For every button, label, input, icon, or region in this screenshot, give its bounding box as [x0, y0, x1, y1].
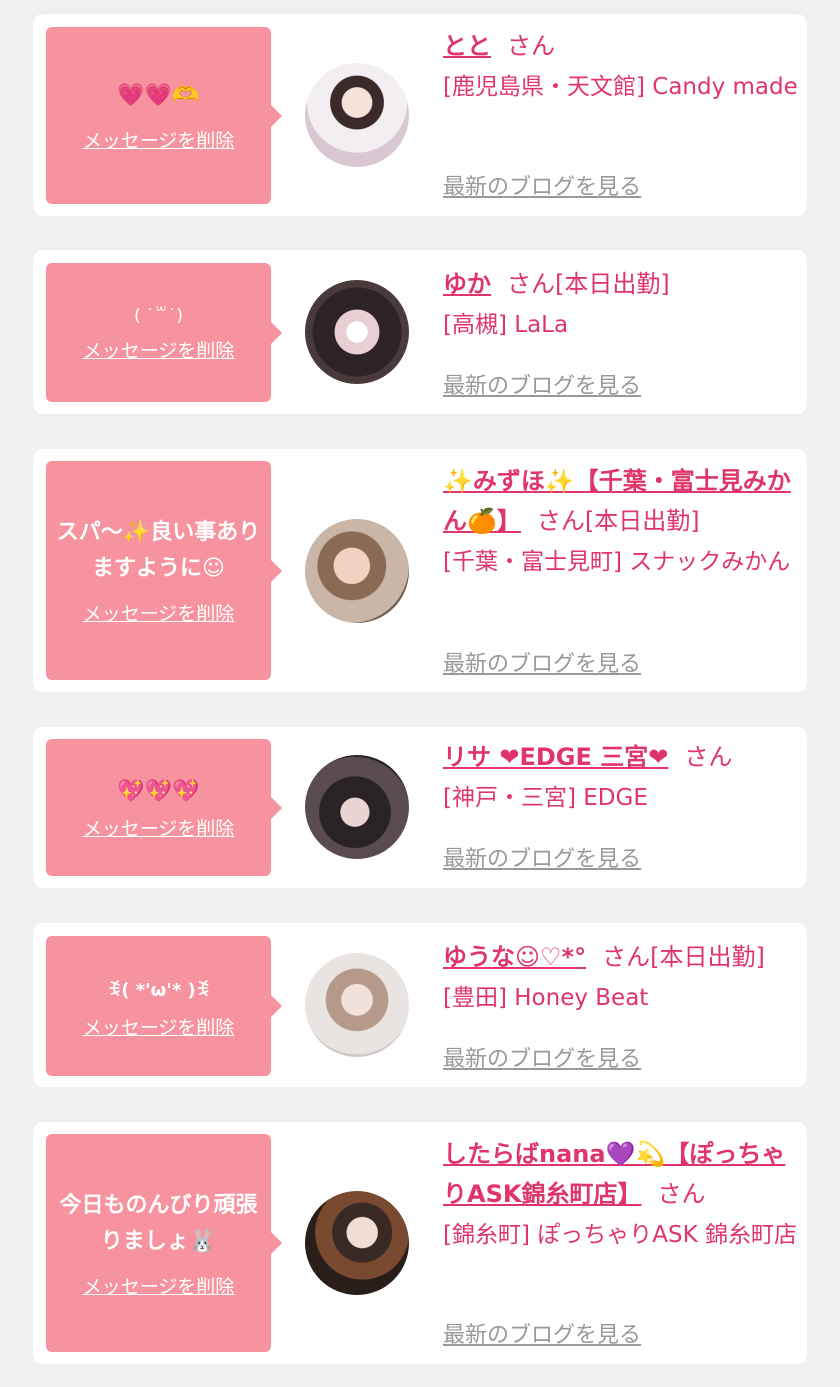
- message-text: 今日ものんびり頑張りましょ🐰: [59, 1192, 258, 1254]
- delete-message-link[interactable]: メッセージを削除: [83, 599, 235, 626]
- avatar[interactable]: [305, 1191, 409, 1295]
- shop-label: [鹿児島県・天文館] Candy made: [443, 74, 798, 100]
- message-bubble: ( ˙꒳˙) メッセージを削除: [46, 263, 282, 402]
- latest-blog-link[interactable]: 最新のブログを見る: [443, 1041, 641, 1073]
- honorific: さん: [602, 943, 651, 971]
- cast-info: ✨みずほ✨【千葉・富士見みかん🍊】 さん[本日出勤] [千葉・富士見町] スナック…: [443, 461, 798, 582]
- delete-message-link[interactable]: メッセージを削除: [83, 336, 235, 363]
- shop-label: [神戸・三宮] EDGE: [443, 785, 648, 811]
- latest-blog-link[interactable]: 最新のブログを見る: [443, 1317, 641, 1349]
- avatar[interactable]: [305, 755, 409, 859]
- message-text: 💗💗🫶: [117, 83, 200, 108]
- cast-name-link[interactable]: したらばnana💜💫【ぽっちゃりASK錦糸町店】: [443, 1140, 785, 1208]
- cast-info: ゆうな☺︎♡*° さん[本日出勤] [豊田] Honey Beat: [443, 937, 798, 1018]
- message-text: 💖💖💖: [117, 779, 200, 804]
- honorific: さん: [684, 743, 733, 771]
- avatar[interactable]: [305, 280, 409, 384]
- message-bubble: ꉂ( *'ω'* )ꉂ メッセージを削除: [46, 936, 282, 1076]
- shop-label: [千葉・富士見町] スナックみかん: [443, 549, 791, 575]
- honorific: さん: [657, 1180, 706, 1208]
- honorific: さん: [507, 32, 555, 60]
- cast-name-link[interactable]: ゆうな☺︎♡*°: [443, 943, 586, 971]
- shop-label: [錦糸町] ぽっちゃりASK 錦糸町店: [443, 1222, 797, 1248]
- cast-name-link[interactable]: ゆか: [443, 270, 491, 298]
- latest-blog-link[interactable]: 最新のブログを見る: [443, 841, 641, 873]
- shop-label: [高槻] LaLa: [443, 312, 569, 338]
- message-bubble: 💗💗🫶 メッセージを削除: [46, 27, 282, 204]
- honorific: さん: [536, 507, 585, 535]
- cast-info: ゆか さん[本日出勤] [高槻] LaLa: [443, 264, 798, 345]
- delete-message-link[interactable]: メッセージを削除: [83, 1013, 235, 1040]
- favorite-card: ꉂ( *'ω'* )ꉂ メッセージを削除 ゆうな☺︎♡*° さん[本日出勤] [豊…: [33, 923, 807, 1087]
- cast-name-link[interactable]: リサ ❤EDGE 三宮❤: [443, 743, 668, 771]
- message-text: スパ〜✨良い事ありますように☺︎: [56, 520, 261, 581]
- attendance-badge: [本日出勤]: [584, 507, 700, 535]
- message-bubble: スパ〜✨良い事ありますように☺︎ メッセージを削除: [46, 461, 282, 680]
- favorite-card: 💖💖💖 メッセージを削除 リサ ❤EDGE 三宮❤ さん [神戸・三宮] EDGE…: [33, 727, 807, 888]
- avatar[interactable]: [305, 519, 409, 623]
- favorite-card: ( ˙꒳˙) メッセージを削除 ゆか さん[本日出勤] [高槻] LaLa 最新の…: [33, 250, 807, 414]
- message-text: ( ˙꒳˙): [134, 306, 183, 326]
- avatar[interactable]: [305, 953, 409, 1057]
- cast-name-link[interactable]: とと: [443, 32, 491, 60]
- message-bubble: 💖💖💖 メッセージを削除: [46, 739, 282, 876]
- cast-info: リサ ❤EDGE 三宮❤ さん [神戸・三宮] EDGE: [443, 737, 798, 818]
- delete-message-link[interactable]: メッセージを削除: [83, 126, 235, 153]
- latest-blog-link[interactable]: 最新のブログを見る: [443, 169, 641, 201]
- favorites-list: 💗💗🫶 メッセージを削除 とと さん [鹿児島県・天文館] Candy made …: [0, 0, 840, 1387]
- shop-label: [豊田] Honey Beat: [443, 985, 649, 1011]
- favorite-card: 今日ものんびり頑張りましょ🐰 メッセージを削除 したらばnana💜💫【ぽっちゃり…: [33, 1122, 807, 1364]
- cast-info: とと さん [鹿児島県・天文館] Candy made: [443, 26, 798, 107]
- honorific: さん: [507, 270, 555, 298]
- message-text: ꉂ( *'ω'* )ꉂ: [107, 979, 210, 1001]
- latest-blog-link[interactable]: 最新のブログを見る: [443, 368, 641, 400]
- message-bubble: 今日ものんびり頑張りましょ🐰 メッセージを削除: [46, 1134, 282, 1352]
- favorite-card: スパ〜✨良い事ありますように☺︎ メッセージを削除 ✨みずほ✨【千葉・富士見みか…: [33, 449, 807, 692]
- attendance-badge: [本日出勤]: [555, 270, 670, 298]
- delete-message-link[interactable]: メッセージを削除: [83, 814, 235, 841]
- avatar[interactable]: [305, 63, 409, 167]
- delete-message-link[interactable]: メッセージを削除: [83, 1272, 235, 1299]
- attendance-badge: [本日出勤]: [650, 943, 765, 971]
- cast-info: したらばnana💜💫【ぽっちゃりASK錦糸町店】 さん [錦糸町] ぽっちゃりAS…: [443, 1134, 798, 1255]
- latest-blog-link[interactable]: 最新のブログを見る: [443, 646, 641, 678]
- favorite-card: 💗💗🫶 メッセージを削除 とと さん [鹿児島県・天文館] Candy made …: [33, 14, 807, 216]
